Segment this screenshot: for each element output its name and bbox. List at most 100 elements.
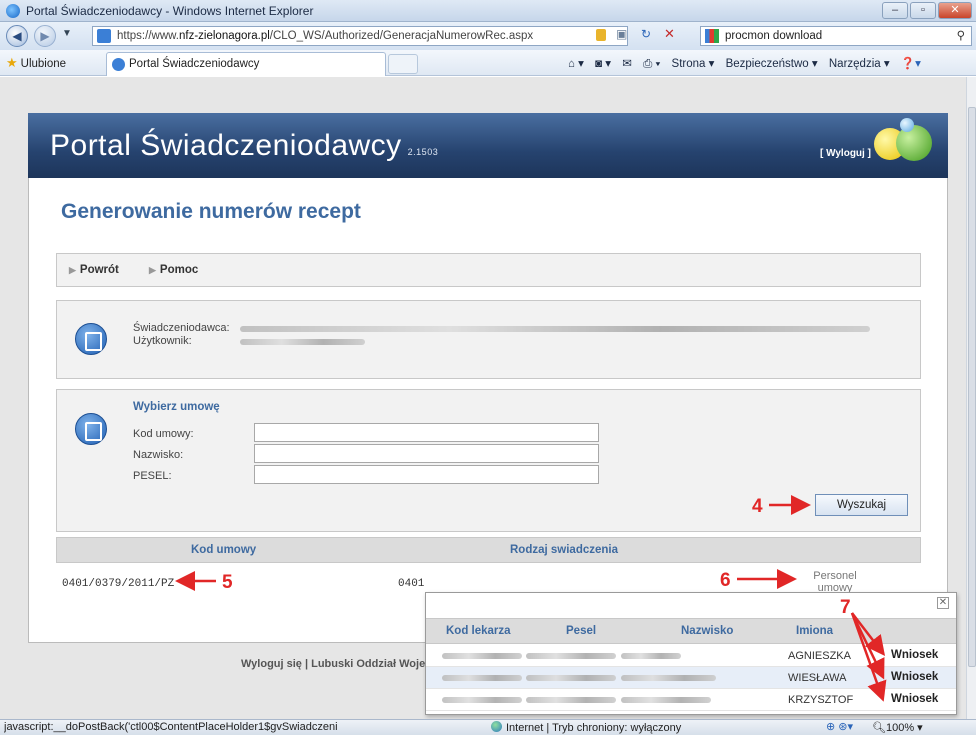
redacted-surname <box>621 697 711 703</box>
back-link[interactable]: ▶ Powrót <box>69 264 119 276</box>
close-icon[interactable]: ✕ <box>937 597 949 609</box>
favorites-bar: ★ Ulubione Portal Świadczeniodawcy ⌂ ▾ ◙ … <box>0 50 976 76</box>
star-icon: ★ <box>6 55 18 70</box>
forward-arrow-icon[interactable]: ▶ <box>34 25 56 47</box>
protected-mode-icon[interactable]: ⊕ ⊛▾ <box>826 720 853 733</box>
print-icon[interactable]: ⎙ ▾ <box>643 58 660 70</box>
tab-title: Portal Świadczeniodawcy <box>129 58 260 70</box>
pesel-field[interactable] <box>254 465 599 484</box>
url-field[interactable]: https://www.nfz-zielonagora.pl/CLO_WS/Au… <box>92 26 628 46</box>
nav-box: ▶ Powrót ▶ Pomoc <box>56 253 921 287</box>
table-row: AGNIESZKA Wniosek <box>426 645 956 667</box>
redacted-code <box>442 675 522 681</box>
col-doctor-code: Kod lekarza <box>446 625 511 637</box>
search-provider-icon <box>705 29 719 43</box>
col-first-names: Imiona <box>796 625 834 637</box>
search-input[interactable]: procmon download ⚲ <box>700 26 972 46</box>
provider-label: Świadczeniodawca: <box>133 322 230 334</box>
minimize-button[interactable]: – <box>882 2 908 19</box>
request-link[interactable]: Wniosek <box>891 671 938 683</box>
portal-title: Portal Świadczeniodawcy 2.1503 <box>50 129 438 163</box>
redacted-code <box>442 653 522 659</box>
menu-strona[interactable]: Strona ▾ <box>672 58 715 70</box>
url-path: /CLO_WS/Authorized/GeneracjaNumerowRec.a… <box>269 30 534 42</box>
staff-popup: ✕ Kod lekarza Pesel Nazwisko Imiona AGNI… <box>425 592 957 715</box>
tab-icon <box>112 58 125 71</box>
mail-icon[interactable]: ✉ <box>622 58 632 70</box>
logout-link[interactable]: [ Wyloguj ] <box>820 148 871 159</box>
redacted-surname <box>621 675 716 681</box>
window-titlebar: Portal Świadczeniodawcy - Windows Intern… <box>0 0 976 22</box>
help-link[interactable]: ▶ Pomoc <box>149 264 198 276</box>
browser-tab[interactable]: Portal Świadczeniodawcy <box>106 52 386 76</box>
window-title: Portal Świadczeniodawcy - Windows Intern… <box>26 4 314 18</box>
help-icon[interactable]: ❓▾ <box>901 58 921 70</box>
surname-field[interactable] <box>254 444 599 463</box>
favorites-button[interactable]: ★ Ulubione <box>6 55 66 71</box>
redacted-code <box>442 697 522 703</box>
contract-code-label: Kod umowy: <box>133 428 194 440</box>
history-dropdown-icon[interactable]: ▼ <box>62 28 72 39</box>
row-contract-code: 0401/0379/2011/PZ <box>62 578 175 590</box>
contract-code-field[interactable] <box>254 423 599 442</box>
scrollbar-thumb[interactable] <box>968 107 976 667</box>
menu-bezpieczenstwo[interactable]: Bezpieczeństwo ▾ <box>726 58 818 70</box>
redacted-pesel <box>526 697 616 703</box>
globe-icon <box>491 721 502 732</box>
annotation-6: 6 <box>720 570 731 591</box>
first-name: AGNIESZKA <box>788 650 851 662</box>
col-surname: Nazwisko <box>681 625 734 637</box>
stop-icon[interactable]: ✕ <box>664 26 675 42</box>
redacted-surname <box>621 653 681 659</box>
close-window-button[interactable]: ✕ <box>938 2 972 19</box>
back-arrow-icon[interactable]: ◀ <box>6 25 28 47</box>
command-bar: ⌂ ▾ ◙ ▾ ✉ ⎙ ▾ Strona ▾ Bezpieczeństwo ▾ … <box>560 56 921 71</box>
popup-table-header: Kod lekarza Pesel Nazwisko Imiona <box>426 618 956 644</box>
first-name: KRZYSZTOF <box>788 694 854 706</box>
edit-document-icon <box>75 413 107 445</box>
lock-icon[interactable] <box>596 29 606 41</box>
status-bar: javascript:__doPostBack('ctl00$ContentPl… <box>0 719 976 735</box>
feeds-icon[interactable]: ◙ ▾ <box>595 58 611 70</box>
logo-ball-green-icon <box>896 125 932 161</box>
form-title: Wybierz umowę <box>133 401 220 413</box>
address-toolbar: ◀ ▶ ▼ https://www.nfz-zielonagora.pl/CLO… <box>0 22 976 50</box>
compat-view-icon[interactable]: ▣ <box>616 27 627 41</box>
redacted-pesel <box>526 653 616 659</box>
portal-title-text: Portal Świadczeniodawcy <box>50 129 402 162</box>
window-controls: – ▫ ✕ <box>882 2 972 19</box>
staff-link[interactable]: Personel umowy <box>805 570 865 594</box>
ie-logo-icon <box>6 4 20 18</box>
zoom-level[interactable]: 🔍︎100% ▾ <box>872 721 923 734</box>
refresh-icon[interactable]: ↻ <box>641 27 651 41</box>
redacted-user <box>240 339 365 345</box>
row-service-type: 0401 <box>398 578 425 590</box>
first-name: WIESŁAWA <box>788 672 847 684</box>
help-link-label: Pomoc <box>159 264 199 276</box>
col-pesel: Pesel <box>566 625 597 637</box>
new-tab-button[interactable] <box>388 54 418 74</box>
security-zone-label: Internet | Tryb chroniony: wyłączony <box>506 722 682 734</box>
url-host: nfz-zielonagora.pl <box>179 30 270 42</box>
vertical-scrollbar[interactable] <box>966 77 976 719</box>
search-icon[interactable]: ⚲ <box>957 27 965 45</box>
logo-ball-blue-icon <box>900 118 914 132</box>
request-link[interactable]: Wniosek <box>891 649 938 661</box>
maximize-button[interactable]: ▫ <box>910 2 936 19</box>
annotation-5: 5 <box>222 572 233 593</box>
request-link[interactable]: Wniosek <box>891 693 938 705</box>
annotation-4: 4 <box>752 496 763 517</box>
status-text: javascript:__doPostBack('ctl00$ContentPl… <box>4 721 338 733</box>
search-text: procmon download <box>725 30 823 42</box>
menu-narzedzia[interactable]: Narzędzia ▾ <box>829 58 890 70</box>
col-contract-code: Kod umowy <box>191 544 257 556</box>
arrow-right-icon: ▶ <box>149 265 156 275</box>
col-service-type: Rodzaj swiadczenia <box>510 544 619 556</box>
annotation-7: 7 <box>840 597 851 618</box>
home-icon[interactable]: ⌂ ▾ <box>568 58 584 70</box>
contracts-table-header: Kod umowy Rodzaj swiadczenia <box>56 537 921 563</box>
arrow-right-icon: ▶ <box>69 265 76 275</box>
search-button[interactable]: Wyszukaj <box>815 494 908 516</box>
table-row: WIESŁAWA Wniosek <box>426 667 956 689</box>
pesel-label: PESEL: <box>133 470 172 482</box>
